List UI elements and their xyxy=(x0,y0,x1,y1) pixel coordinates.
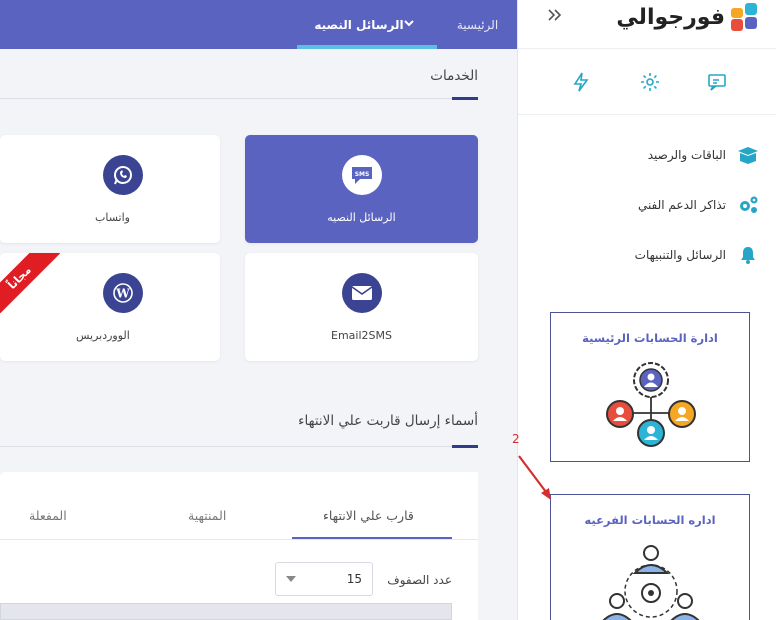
gear-icon[interactable] xyxy=(639,71,661,93)
rows-per-page-label: عدد الصفوف xyxy=(387,573,452,587)
expiring-accent xyxy=(452,445,478,448)
chat-icon[interactable] xyxy=(706,71,728,93)
sidebar-quick-icons xyxy=(518,49,776,115)
free-ribbon-label: مجاناً xyxy=(0,253,60,313)
sidebar-item-packages[interactable]: الباقات والرصيد xyxy=(517,130,776,180)
service-card-email2sms[interactable]: Email2SMS xyxy=(245,253,478,361)
services-title: الخدمات xyxy=(430,68,478,84)
brand[interactable]: فورجوالي xyxy=(616,0,759,34)
svg-text:W: W xyxy=(115,287,130,301)
chevron-down-icon xyxy=(403,19,414,30)
sidebar-item-label: الرسائل والتنبيهات xyxy=(634,248,726,262)
sidebar-item-label: الباقات والرصيد xyxy=(647,148,726,162)
main-accounts-card[interactable]: ادارة الحسابات الرئيسية xyxy=(550,312,750,462)
tab-near-expiry[interactable]: قارب علي الانتهاء xyxy=(323,508,414,523)
sidebar: فورجوالي الباقات والرصيد تذاكر الدعم الف… xyxy=(517,0,776,620)
network-users-icon xyxy=(603,358,699,452)
brand-name: فورجوالي xyxy=(616,4,725,30)
wordpress-icon: W xyxy=(103,273,143,313)
card-title: ادارة الحسابات الرئيسية xyxy=(582,331,718,345)
whatsapp-icon xyxy=(103,155,143,195)
caret-down-icon xyxy=(286,576,296,582)
rows-per-page-value: 15 xyxy=(346,572,362,586)
gears-icon xyxy=(736,195,760,215)
service-label: الرسائل النصيه xyxy=(327,211,396,224)
sidebar-item-label: تذاكر الدعم الفني xyxy=(637,198,726,212)
svg-text:SMS: SMS xyxy=(354,171,369,178)
active-nav-indicator xyxy=(297,45,437,49)
sub-accounts-card[interactable]: اداره الحسابات الفرعيه xyxy=(550,494,750,620)
rows-per-page-select[interactable]: 15 xyxy=(275,562,373,596)
bolt-icon[interactable] xyxy=(570,71,592,93)
nav-sms-label: الرسائل النصيه xyxy=(314,17,404,32)
table-header xyxy=(0,603,452,620)
nav-home-link[interactable]: الرئيسية xyxy=(440,0,515,49)
sidebar-header: فورجوالي xyxy=(518,0,776,49)
sidebar-item-notifications[interactable]: الرسائل والتنبيهات xyxy=(517,230,776,280)
sidebar-menu: الباقات والرصيد تذاكر الدعم الفني الرسائ… xyxy=(517,130,776,280)
services-divider xyxy=(0,98,478,99)
tab-active[interactable]: المفعلة xyxy=(29,508,67,523)
sms-icon: SMS xyxy=(341,155,382,195)
top-navbar: الرئيسية الرسائل النصيه xyxy=(0,0,517,49)
annotation-arrow-icon xyxy=(515,453,557,507)
expiring-panel: قارب علي الانتهاء المنتهية المفعلة عدد ا… xyxy=(0,472,478,620)
nav-sms-menu[interactable]: الرسائل النصيه xyxy=(297,0,437,49)
tabs-divider xyxy=(0,539,478,540)
envelope-icon xyxy=(341,273,382,313)
free-ribbon: مجاناً xyxy=(0,253,60,313)
brand-logo-icon xyxy=(731,3,759,31)
tab-expired[interactable]: المنتهية xyxy=(188,508,226,523)
service-card-sms[interactable]: SMS الرسائل النصيه xyxy=(245,135,478,243)
bell-icon xyxy=(736,245,760,265)
team-cycle-icon xyxy=(599,543,703,620)
expiring-divider xyxy=(0,446,478,447)
card-title: اداره الحسابات الفرعيه xyxy=(584,513,716,527)
service-card-whatsapp[interactable]: واتساب xyxy=(0,135,220,243)
services-accent xyxy=(452,97,478,100)
expiring-title: أسماء إرسال قاربت علي الانتهاء xyxy=(298,413,478,429)
box-icon xyxy=(736,145,760,165)
service-label: Email2SMS xyxy=(331,329,392,342)
annotation-number: 2 xyxy=(512,432,520,446)
double-chevron-right-icon[interactable] xyxy=(546,6,564,27)
sidebar-item-support-tickets[interactable]: تذاكر الدعم الفني xyxy=(517,180,776,230)
